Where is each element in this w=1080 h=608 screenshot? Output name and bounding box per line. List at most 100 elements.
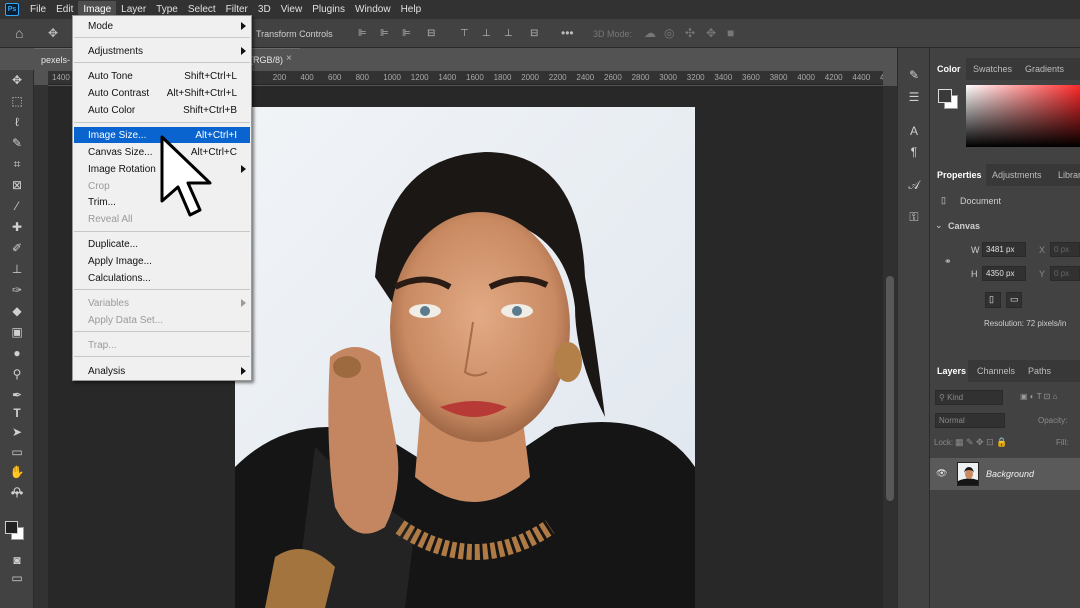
- chevron-down-icon[interactable]: ⌄: [935, 220, 943, 231]
- document-image[interactable]: [235, 107, 695, 608]
- glyphs-panel-icon[interactable]: 𝒜: [907, 178, 921, 192]
- properties-panel-tabs: Properties Adjustments Librar: [930, 164, 1080, 186]
- tab-libraries[interactable]: Librar: [1058, 170, 1080, 180]
- layer-row-background[interactable]: 👁 Background: [930, 458, 1080, 490]
- libraries-panel-icon[interactable]: ⚿: [907, 210, 921, 224]
- tab-color[interactable]: Color: [937, 64, 961, 74]
- hand-tool-icon[interactable]: ✋: [9, 465, 25, 479]
- eyedropper-tool-icon[interactable]: ⁄: [9, 199, 25, 213]
- portrait-orientation-icon[interactable]: ▯: [985, 292, 1001, 308]
- tab-swatches[interactable]: Swatches: [973, 64, 1012, 74]
- history-brush-tool-icon[interactable]: ✑: [9, 283, 25, 297]
- eraser-tool-icon[interactable]: ◆: [9, 304, 25, 318]
- align-bottom-icon[interactable]: ⊥: [504, 28, 513, 40]
- menu-item-apply-image[interactable]: Apply Image...: [74, 253, 250, 269]
- height-field[interactable]: 4350 px: [982, 266, 1026, 281]
- menu-item-auto-tone[interactable]: Auto Tone Shift+Ctrl+L: [74, 68, 250, 84]
- lasso-tool-icon[interactable]: ℓ: [9, 115, 25, 129]
- show-transform-controls-label[interactable]: Transform Controls: [256, 29, 333, 39]
- paragraph-panel-icon[interactable]: ¶: [907, 145, 921, 159]
- move-tool-icon[interactable]: ✥: [48, 27, 58, 39]
- tab-paths[interactable]: Paths: [1028, 366, 1051, 376]
- menu-separator: [74, 122, 250, 123]
- search-icon: ⚲: [939, 393, 948, 402]
- menu-3d[interactable]: 3D: [253, 1, 276, 18]
- quick-selection-tool-icon[interactable]: ✎: [9, 136, 25, 150]
- move-tool-icon[interactable]: ✥: [9, 73, 25, 87]
- character-panel-icon[interactable]: A: [907, 124, 921, 138]
- menu-item-label: Calculations...: [88, 273, 151, 284]
- menu-item-auto-contrast[interactable]: Auto Contrast Alt+Shift+Ctrl+L: [74, 85, 250, 101]
- document-tab-mode: (RGB/8): [250, 55, 284, 65]
- vertical-scrollbar[interactable]: [883, 86, 897, 608]
- align-center-icon[interactable]: ⊫: [380, 28, 389, 40]
- panel-foreground-swatch[interactable]: [938, 89, 952, 103]
- path-selection-tool-icon[interactable]: ➤: [9, 425, 25, 439]
- healing-brush-tool-icon[interactable]: ✚: [9, 220, 25, 234]
- menu-help[interactable]: Help: [396, 1, 427, 18]
- ruler-label: 800: [355, 73, 369, 82]
- distribute-icon[interactable]: ⊟: [427, 28, 435, 40]
- submenu-arrow-icon: [241, 367, 246, 375]
- menu-window[interactable]: Window: [350, 1, 396, 18]
- align-top-icon[interactable]: ⊤: [460, 28, 469, 40]
- blur-tool-icon[interactable]: ●: [9, 346, 25, 360]
- home-icon[interactable]: ⌂: [15, 26, 23, 40]
- menu-item-label: Canvas Size...: [88, 147, 153, 158]
- pen-tool-icon[interactable]: ✒: [9, 388, 25, 402]
- lock-icons[interactable]: ▦ ✎ ✥ ⊡ 🔒: [955, 437, 1007, 448]
- menu-item-variables: Variables: [74, 295, 250, 311]
- y-label: Y: [1039, 269, 1046, 279]
- edit-toolbar-icon[interactable]: •••: [9, 486, 25, 500]
- dodge-tool-icon[interactable]: ⚲: [9, 367, 25, 381]
- gradient-tool-icon[interactable]: ▣: [9, 325, 25, 339]
- type-tool-icon[interactable]: T: [9, 406, 25, 420]
- menu-item-mode[interactable]: Mode: [74, 18, 250, 34]
- screen-mode-icon[interactable]: ▭: [9, 571, 25, 585]
- menu-file[interactable]: File: [25, 1, 51, 18]
- layer-filter-kind[interactable]: ⚲ Kind: [935, 390, 1003, 405]
- ruler-label: 1400: [52, 73, 70, 82]
- tab-channels[interactable]: Channels: [977, 366, 1015, 376]
- adjustments-sliders-icon[interactable]: ☰: [907, 90, 921, 104]
- tab-gradients[interactable]: Gradients: [1025, 64, 1064, 74]
- layer-filter-icons[interactable]: ▣ ◐ T ⊡ ⌂: [1020, 392, 1057, 401]
- brush-tool-icon[interactable]: ✐: [9, 241, 25, 255]
- rectangle-tool-icon[interactable]: ▭: [9, 445, 25, 459]
- menu-item-analysis[interactable]: Analysis: [74, 363, 250, 379]
- layer-thumbnail: [957, 462, 979, 486]
- eye-icon[interactable]: 👁: [936, 468, 947, 479]
- align-left-icon[interactable]: ⊫: [358, 28, 367, 40]
- color-panel-tabs: Color Swatches Gradients: [930, 58, 1080, 80]
- distribute-vertical-icon[interactable]: ⊟: [530, 28, 538, 40]
- frame-tool-icon[interactable]: ⊠: [9, 178, 25, 192]
- align-middle-icon[interactable]: ⊥: [482, 28, 491, 40]
- menu-item-duplicate[interactable]: Duplicate...: [74, 236, 250, 252]
- landscape-orientation-icon[interactable]: ▭: [1006, 292, 1022, 308]
- foreground-color-swatch[interactable]: [5, 521, 18, 534]
- color-picker-field[interactable]: [966, 85, 1080, 147]
- clone-stamp-tool-icon[interactable]: ⊥: [9, 262, 25, 276]
- y-field[interactable]: 0 px: [1050, 266, 1080, 281]
- tab-adjustments[interactable]: Adjustments: [992, 170, 1042, 180]
- submenu-arrow-icon: [241, 165, 246, 173]
- x-field[interactable]: 0 px: [1050, 242, 1080, 257]
- menu-plugins[interactable]: Plugins: [307, 1, 350, 18]
- marquee-tool-icon[interactable]: ⬚: [9, 94, 25, 108]
- close-icon[interactable]: ×: [286, 53, 292, 64]
- menu-view[interactable]: View: [276, 1, 308, 18]
- menu-item-adjustments[interactable]: Adjustments: [74, 43, 250, 59]
- tab-properties[interactable]: Properties: [937, 170, 982, 180]
- quick-mask-icon[interactable]: ◙: [9, 553, 25, 567]
- blend-mode-select[interactable]: Normal: [935, 413, 1005, 428]
- menu-item-calculations[interactable]: Calculations...: [74, 270, 250, 286]
- crop-tool-icon[interactable]: ⌗: [9, 157, 25, 171]
- brush-settings-icon[interactable]: ✎: [907, 68, 921, 82]
- width-field[interactable]: 3481 px: [982, 242, 1026, 257]
- align-right-icon[interactable]: ⊫: [402, 28, 411, 40]
- menu-item-auto-color[interactable]: Auto Color Shift+Ctrl+B: [74, 102, 250, 118]
- tab-layers[interactable]: Layers: [937, 366, 966, 376]
- more-options-icon[interactable]: •••: [561, 27, 574, 39]
- vertical-scroll-thumb[interactable]: [886, 276, 894, 501]
- link-icon[interactable]: ⚭: [944, 256, 952, 267]
